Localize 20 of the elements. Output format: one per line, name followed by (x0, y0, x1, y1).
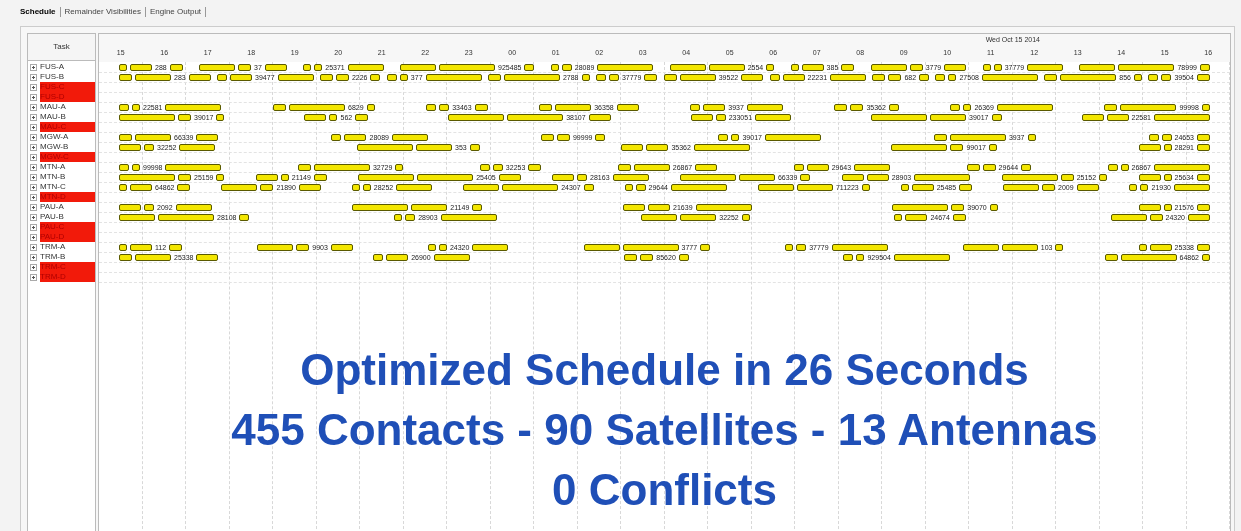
column-header: Task (27, 33, 96, 61)
tab[interactable]: Engine Output (145, 6, 206, 18)
summary-headline: 0 Conflicts (552, 464, 777, 516)
task-name[interactable]: FUS-A (40, 62, 95, 72)
task-name[interactable]: MGW-B (40, 142, 95, 152)
task-name[interactable]: FUS-B (40, 72, 95, 82)
task-name[interactable]: MAU-B (40, 112, 95, 122)
task-name[interactable]: MTN-A (40, 162, 95, 172)
task-name[interactable]: TRM-A (40, 242, 95, 252)
task-name[interactable]: MTN-C (40, 182, 95, 192)
tab[interactable]: Schedule (16, 6, 60, 18)
task-name[interactable]: PAU-B (40, 212, 95, 222)
task-name[interactable]: MAU-A (40, 102, 95, 112)
summary-headline: 455 Contacts - 90 Satellites - 13 Antennas (231, 404, 1098, 456)
task-name[interactable]: TRM-B (40, 252, 95, 262)
summary-headline: Optimized Schedule in 26 Seconds (300, 344, 1029, 396)
task-name[interactable]: PAU-A (40, 202, 95, 212)
task-name[interactable]: MGW-A (40, 132, 95, 142)
tab[interactable]: Remainder Visibilities (60, 6, 145, 18)
task-name[interactable]: MTN-B (40, 172, 95, 182)
